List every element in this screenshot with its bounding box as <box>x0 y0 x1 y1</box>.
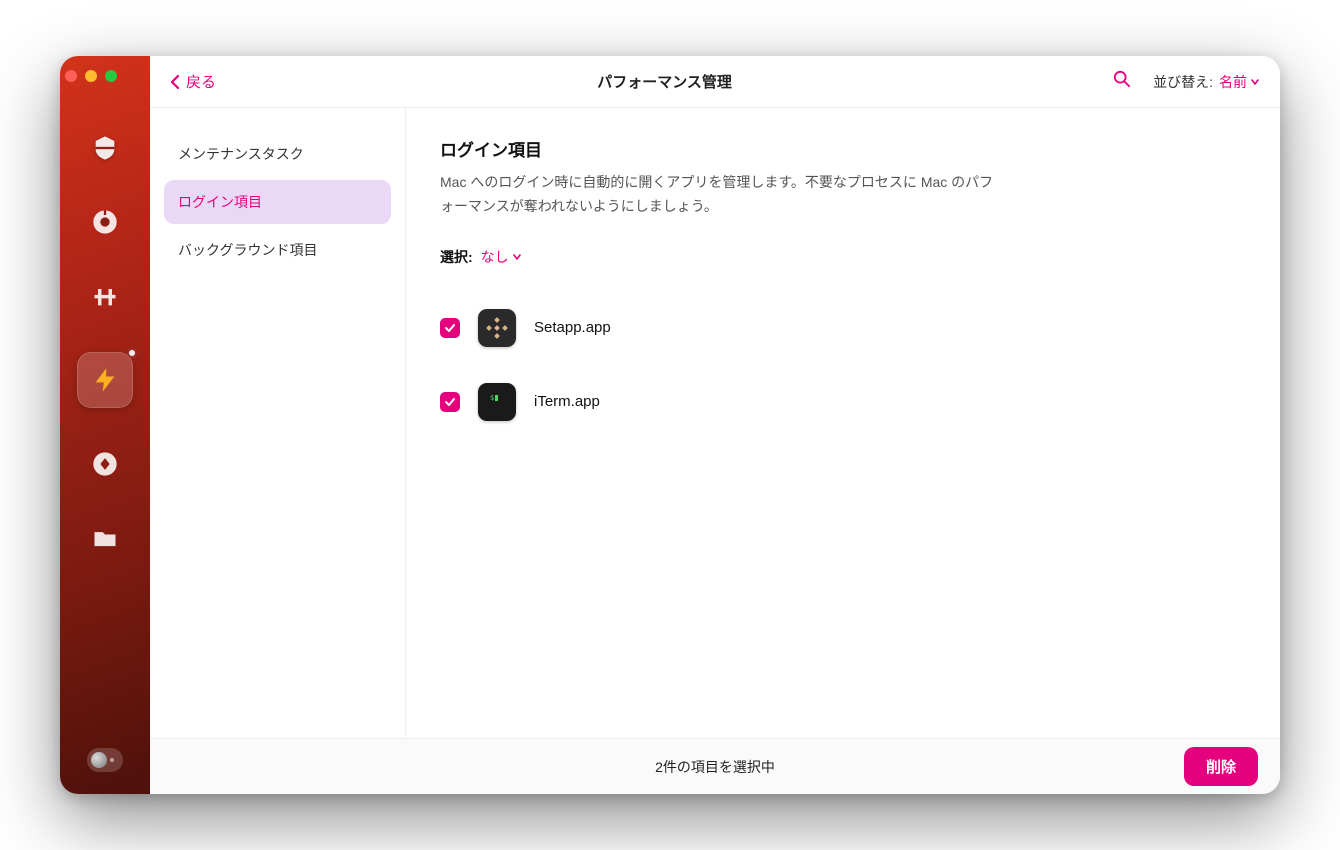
app-icon-setapp <box>478 309 516 347</box>
bottombar: 2件の項目を選択中 削除 <box>150 738 1280 794</box>
back-label: 戻る <box>186 71 216 92</box>
maximize-window-icon[interactable] <box>105 70 117 82</box>
body: メンテナンスタスク ログイン項目 バックグラウンド項目 ログイン項目 Mac へ… <box>150 108 1280 738</box>
select-dropdown[interactable]: なし <box>481 247 522 267</box>
list-item[interactable]: Setapp.app <box>440 291 1246 365</box>
notification-dot-icon <box>127 348 137 358</box>
topbar-right: 並び替え: 名前 <box>1113 70 1260 93</box>
select-row: 選択: なし <box>440 247 1246 267</box>
list-item[interactable]: $ iTerm.app <box>440 365 1246 439</box>
close-window-icon[interactable] <box>65 70 77 82</box>
content: ログイン項目 Mac へのログイン時に自動的に開くアプリを管理します。不要なプロ… <box>406 108 1280 738</box>
account-button[interactable] <box>87 748 123 772</box>
content-heading: ログイン項目 <box>440 136 1246 161</box>
checkbox[interactable] <box>440 318 460 338</box>
main-panel: 戻る パフォーマンス管理 並び替え: 名前 メンテナンスタスク ログイ <box>150 56 1280 794</box>
rail-icons <box>77 130 133 556</box>
selection-status: 2件の項目を選択中 <box>655 757 775 777</box>
rail-privacy-icon[interactable] <box>87 278 123 314</box>
sort-value: 名前 <box>1219 72 1247 92</box>
chevron-left-icon <box>170 74 180 90</box>
rail-files-icon[interactable] <box>87 520 123 556</box>
rail-performance-icon[interactable] <box>77 352 133 408</box>
app-window: 戻る パフォーマンス管理 並び替え: 名前 メンテナンスタスク ログイ <box>60 56 1280 794</box>
sidebar-item-login-items[interactable]: ログイン項目 <box>164 180 391 224</box>
sort-label: 並び替え: <box>1153 72 1213 92</box>
chevron-down-icon <box>512 252 522 262</box>
content-description: Mac へのログイン時に自動的に開くアプリを管理します。不要なプロセスに Mac… <box>440 171 1000 219</box>
rail-bottom <box>60 748 150 772</box>
back-button[interactable]: 戻る <box>170 71 216 92</box>
rail-apps-icon[interactable] <box>87 446 123 482</box>
app-name: Setapp.app <box>534 319 611 336</box>
app-name: iTerm.app <box>534 393 600 410</box>
topbar: 戻る パフォーマンス管理 並び替え: 名前 <box>150 56 1280 108</box>
check-icon <box>444 396 456 408</box>
delete-button[interactable]: 削除 <box>1184 747 1258 786</box>
page-title: パフォーマンス管理 <box>216 71 1113 92</box>
rail-cleanup-icon[interactable] <box>87 204 123 240</box>
select-value-text: なし <box>481 247 509 267</box>
sidebar: メンテナンスタスク ログイン項目 バックグラウンド項目 <box>150 108 406 738</box>
svg-text:$: $ <box>490 394 494 402</box>
search-button[interactable] <box>1113 70 1131 93</box>
check-icon <box>444 322 456 334</box>
nav-rail <box>60 56 150 794</box>
sidebar-item-background-items[interactable]: バックグラウンド項目 <box>164 228 391 272</box>
avatar-icon <box>91 752 107 768</box>
chevron-down-icon <box>1250 77 1260 87</box>
sort-button[interactable]: 並び替え: 名前 <box>1153 72 1260 92</box>
rail-scan-icon[interactable] <box>87 130 123 166</box>
minimize-window-icon[interactable] <box>85 70 97 82</box>
app-icon-iterm: $ <box>478 383 516 421</box>
checkbox[interactable] <box>440 392 460 412</box>
sidebar-item-maintenance[interactable]: メンテナンスタスク <box>164 132 391 176</box>
search-icon <box>1113 70 1131 88</box>
window-controls[interactable] <box>65 70 117 82</box>
select-label: 選択: <box>440 247 473 267</box>
